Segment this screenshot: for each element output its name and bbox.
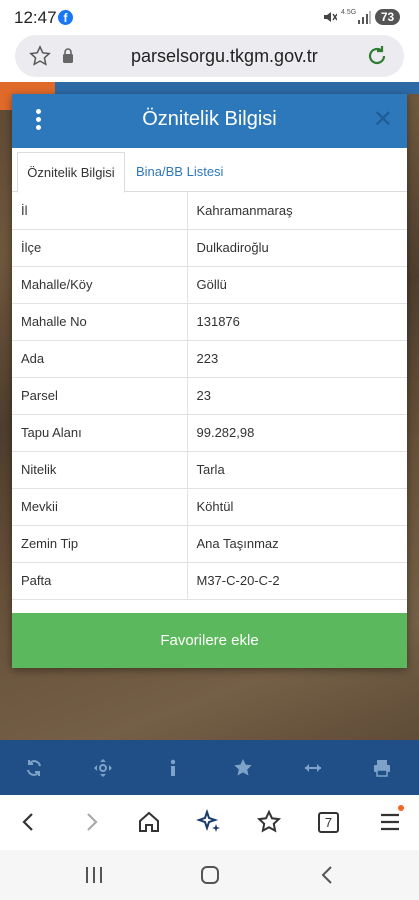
notification-dot (398, 805, 404, 811)
measure-icon[interactable] (303, 758, 323, 778)
status-bar: 12:47 f 4.5G 73 (0, 0, 419, 34)
table-row: İlçe Dulkadiroğlu (12, 229, 407, 267)
system-nav-bar (0, 850, 419, 900)
info-icon[interactable] (163, 758, 183, 778)
attr-value: Göllü (187, 266, 407, 304)
attr-key: Tapu Alanı (12, 414, 188, 452)
attr-key: Nitelik (12, 451, 188, 489)
table-row: Ada 223 (12, 340, 407, 378)
home-icon[interactable] (136, 809, 162, 835)
attr-value: 223 (187, 340, 407, 378)
table-row: Pafta M37-C-20-C-2 (12, 562, 407, 600)
attribute-table: İl Kahramanmaraş İlçe Dulkadiroğlu Mahalle… (12, 192, 407, 600)
modal-header: Öznitelik Bilgisi ✕ (12, 94, 407, 148)
sparkle-icon[interactable] (196, 809, 222, 835)
address-bar[interactable]: parselsorgu.tkgm.gov.tr (15, 35, 404, 77)
table-row: Zemin Tip Ana Taşınmaz (12, 525, 407, 563)
mute-icon (324, 12, 337, 22)
attr-key: Mevkii (12, 488, 188, 526)
web-content: Öznitelik Bilgisi ✕ Öznitelik Bilgisi Bi… (0, 82, 419, 795)
add-favorite-button[interactable]: Favorilere ekle (12, 613, 407, 668)
table-row: Mevkii Köhtül (12, 488, 407, 526)
attr-key: Ada (12, 340, 188, 378)
lock-icon (63, 48, 73, 63)
attr-key: Pafta (12, 562, 188, 600)
home-button-icon[interactable] (199, 864, 221, 886)
attr-value: Köhtül (187, 488, 407, 526)
system-back-icon[interactable] (317, 864, 339, 886)
table-row: Parsel 23 (12, 377, 407, 415)
bookmarks-icon[interactable] (256, 809, 282, 835)
attr-key: İl (12, 192, 188, 230)
menu-icon[interactable] (377, 809, 403, 835)
reload-icon[interactable] (365, 44, 389, 68)
attr-value: M37-C-20-C-2 (187, 562, 407, 600)
attr-value: Tarla (187, 451, 407, 489)
map-header-strip (55, 82, 419, 94)
signal-icon (358, 11, 371, 24)
browser-bottom-bar: 7 (0, 795, 419, 850)
attr-value: 131876 (187, 303, 407, 341)
attr-value: Ana Taşınmaz (187, 525, 407, 563)
status-time: 12:47 (14, 8, 57, 27)
recent-apps-icon[interactable] (83, 864, 105, 886)
modal-title: Öznitelik Bilgisi (142, 108, 277, 130)
attribute-modal: Öznitelik Bilgisi ✕ Öznitelik Bilgisi Bi… (12, 94, 407, 668)
url-text[interactable]: parselsorgu.tkgm.gov.tr (131, 46, 318, 67)
star-outline-icon[interactable] (29, 45, 51, 67)
attr-key: Mahalle No (12, 303, 188, 341)
move-icon[interactable] (93, 758, 113, 778)
refresh-icon[interactable] (24, 758, 44, 778)
attr-value: 23 (187, 377, 407, 415)
attr-key: İlçe (12, 229, 188, 267)
forward-icon[interactable] (78, 809, 104, 835)
battery-badge: 73 (375, 9, 400, 25)
address-bar-area: parselsorgu.tkgm.gov.tr (0, 34, 419, 82)
close-icon[interactable]: ✕ (373, 107, 393, 133)
back-icon[interactable] (16, 809, 42, 835)
table-row: Mahalle/Köy Göllü (12, 266, 407, 304)
table-row: Nitelik Tarla (12, 451, 407, 489)
attr-value: 99.282,98 (187, 414, 407, 452)
print-icon[interactable] (372, 758, 392, 778)
tabs-count-icon[interactable]: 7 (318, 812, 339, 833)
table-row: İl Kahramanmaraş (12, 192, 407, 230)
star-icon[interactable] (233, 758, 253, 778)
attr-key: Zemin Tip (12, 525, 188, 563)
attr-value: Kahramanmaraş (187, 192, 407, 230)
attr-key: Parsel (12, 377, 188, 415)
modal-tabs: Öznitelik Bilgisi Bina/BB Listesi (12, 148, 407, 193)
attr-key: Mahalle/Köy (12, 266, 188, 304)
facebook-icon: f (58, 10, 73, 25)
map-toolbar (0, 740, 419, 795)
attr-value: Dulkadiroğlu (187, 229, 407, 267)
table-row: Tapu Alanı 99.282,98 (12, 414, 407, 452)
tab-building-list[interactable]: Bina/BB Listesi (136, 152, 223, 192)
network-type-label: 4.5G (341, 9, 357, 16)
tab-attributes[interactable]: Öznitelik Bilgisi (17, 152, 125, 193)
table-row: Mahalle No 131876 (12, 303, 407, 341)
